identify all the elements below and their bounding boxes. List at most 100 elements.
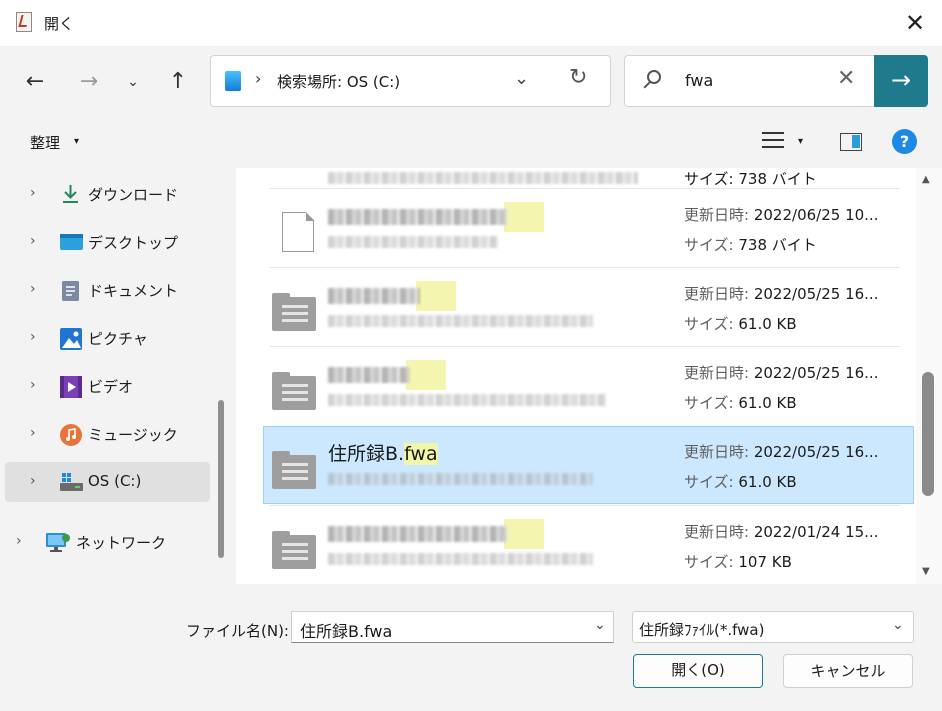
file-size: サイズ: 61.0 KB [684, 473, 797, 491]
chevron-right-icon[interactable]: › [30, 281, 36, 297]
back-button[interactable]: ← [20, 64, 50, 100]
sidebar-item-label: OS (C:) [88, 472, 142, 490]
view-caret-icon[interactable]: ▾ [798, 136, 803, 147]
search-input[interactable]: fwa [685, 71, 713, 90]
sidebar-item-videos[interactable]: › ビデオ [0, 366, 210, 406]
scroll-down-icon[interactable]: ▼ [922, 566, 930, 577]
chevron-right-icon[interactable]: › [30, 473, 36, 489]
file-name: 住所録B.fwa [328, 443, 438, 465]
sidebar-item-music[interactable]: › ミュージック [0, 414, 210, 454]
scrollbar-thumb[interactable] [922, 372, 934, 496]
file-path [328, 234, 498, 249]
file-cabinet-icon [272, 523, 316, 569]
help-icon[interactable]: ? [892, 129, 917, 154]
search-icon [647, 70, 661, 84]
sidebar-item-network[interactable]: › ネットワーク [0, 522, 210, 562]
file-size: サイズ: 107 KB [684, 553, 792, 571]
file-path [328, 551, 593, 566]
search-go-button[interactable]: → [874, 55, 928, 107]
window-title: 開く [44, 15, 75, 33]
filename-dropdown-icon[interactable]: ⌄ [594, 617, 606, 633]
file-cabinet-icon [272, 443, 316, 489]
sidebar-item-label: ミュージック [88, 426, 178, 444]
close-button[interactable]: ✕ [895, 8, 935, 38]
file-path [328, 471, 593, 486]
search-box[interactable]: fwa ✕ [624, 55, 876, 107]
row-divider [270, 267, 900, 268]
cancel-button[interactable]: キャンセル [783, 654, 913, 688]
chevron-right-icon[interactable]: › [255, 69, 261, 88]
list-item[interactable]: 更新日時: 2022/05/25 16... サイズ: 61.0 KB [264, 269, 900, 347]
file-cabinet-icon [272, 285, 316, 331]
preview-pane-icon[interactable] [840, 133, 862, 151]
videos-icon [60, 376, 82, 398]
list-item[interactable]: 更新日時: 2022/06/25 10... サイズ: 738 バイト [264, 190, 900, 268]
chevron-right-icon[interactable]: › [30, 233, 36, 249]
search-results-icon [225, 71, 241, 91]
sidebar-item-label: ドキュメント [88, 282, 179, 300]
title-bar [0, 0, 942, 46]
sidebar-item-label: ネットワーク [76, 534, 167, 552]
documents-icon [60, 280, 81, 301]
list-item[interactable]: サイズ: 738 バイト [264, 168, 900, 188]
up-button[interactable]: ↑ [163, 64, 193, 100]
recent-locations-button[interactable]: ⌄ [118, 64, 148, 100]
chevron-right-icon[interactable]: › [30, 329, 36, 345]
sidebar-item-label: デスクトップ [88, 234, 179, 252]
file-name [328, 519, 544, 549]
file-date: 更新日時: 2022/01/24 15... [684, 523, 879, 541]
filetype-dropdown-icon[interactable]: ⌄ [892, 617, 904, 633]
chevron-right-icon[interactable]: › [30, 377, 36, 393]
network-icon [46, 532, 70, 552]
file-date: 更新日時: 2022/05/25 16... [684, 364, 879, 382]
refresh-icon[interactable]: ↻ [569, 65, 587, 90]
file-size: サイズ: 61.0 KB [684, 315, 797, 333]
filetype-select[interactable]: 住所録ﾌｧｲﾙ(*.fwa) [632, 611, 914, 643]
open-button[interactable]: 開く(O) [633, 654, 763, 688]
caret-down-icon[interactable]: ▾ [74, 136, 79, 147]
navigation-pane: › ダウンロード › デスクトップ › ドキュメント › ピクチャ › ビデオ … [0, 168, 236, 584]
list-item[interactable]: 更新日時: 2022/05/25 16... サイズ: 61.0 KB [264, 348, 900, 426]
view-options-icon[interactable] [762, 130, 786, 152]
forward-button[interactable]: → [74, 64, 104, 100]
chevron-right-icon[interactable]: › [30, 185, 36, 201]
file-list: サイズ: 738 バイト 更新日時: 2022/06/25 10... サイズ:… [236, 168, 942, 584]
document-icon [272, 206, 316, 252]
chevron-right-icon[interactable]: › [16, 533, 22, 549]
filename-input[interactable]: 住所録B.fwa [291, 611, 614, 643]
list-item[interactable]: 更新日時: 2022/01/24 15... サイズ: 107 KB [264, 507, 900, 584]
sidebar-scrollbar[interactable] [218, 400, 224, 558]
address-text[interactable]: 検索場所: OS (C:) [277, 71, 400, 92]
file-path [328, 313, 593, 328]
file-path [328, 392, 606, 407]
file-size: サイズ: 738 バイト [684, 170, 817, 188]
sidebar-item-pictures[interactable]: › ピクチャ [0, 318, 210, 358]
drive-icon [60, 472, 83, 492]
row-divider [270, 505, 900, 506]
scroll-up-icon[interactable]: ▲ [922, 174, 930, 185]
file-path [328, 170, 638, 185]
sidebar-item-documents[interactable]: › ドキュメント [0, 270, 210, 310]
pictures-icon [60, 328, 82, 350]
organize-button[interactable]: 整理 [30, 132, 60, 153]
row-divider [270, 188, 900, 189]
clear-search-icon[interactable]: ✕ [837, 66, 855, 91]
list-item-selected[interactable]: 住所録B.fwa 更新日時: 2022/05/25 16... サイズ: 61.… [263, 426, 914, 504]
row-divider [270, 346, 900, 347]
sidebar-item-label: ピクチャ [88, 330, 148, 348]
sidebar-item-label: ダウンロード [88, 186, 179, 204]
download-icon [60, 184, 81, 204]
sidebar-item-desktop[interactable]: › デスクトップ [0, 222, 210, 262]
chevron-right-icon[interactable]: › [30, 425, 36, 441]
filename-label: ファイル名(N): [186, 622, 289, 640]
address-dropdown-icon[interactable]: ⌄ [514, 68, 529, 89]
app-icon [16, 12, 32, 32]
file-date: 更新日時: 2022/05/25 16... [684, 443, 879, 461]
address-bar[interactable]: › 検索場所: OS (C:) ⌄ ↻ [210, 55, 611, 107]
sidebar-item-downloads[interactable]: › ダウンロード [0, 174, 210, 214]
sidebar-item-label: ビデオ [88, 378, 134, 396]
file-size: サイズ: 738 バイト [684, 236, 817, 254]
file-name [328, 281, 456, 311]
sidebar-item-os-drive[interactable]: › OS (C:) [5, 462, 210, 502]
desktop-icon [60, 232, 83, 252]
